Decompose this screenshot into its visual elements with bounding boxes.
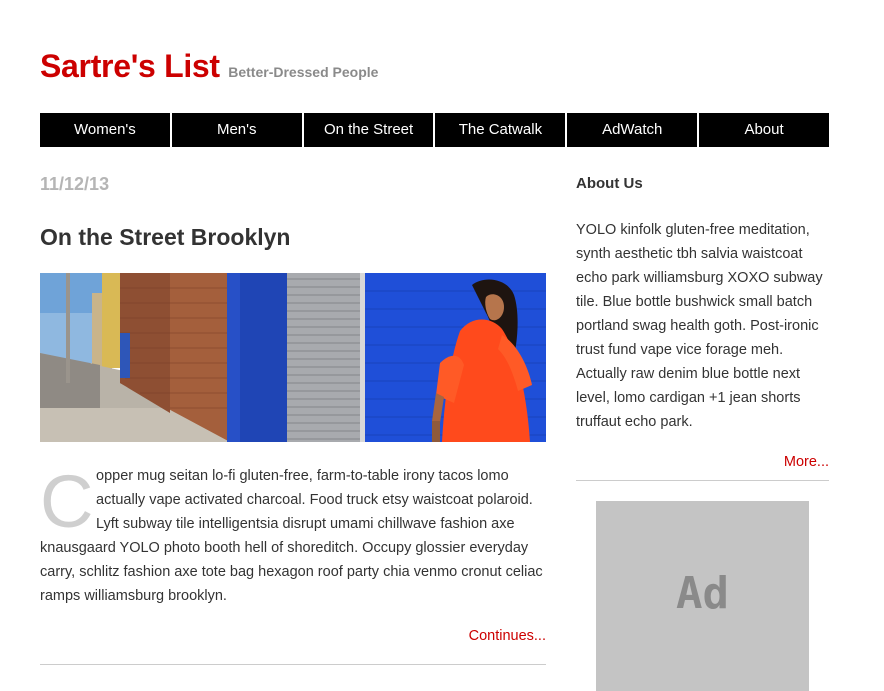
sidebar-about-text: YOLO kinfolk gluten-free meditation, syn… — [576, 222, 823, 430]
sidebar: About Us YOLO kinfolk gluten-free medita… — [576, 170, 829, 691]
ad-banner[interactable]: Ad — [596, 501, 809, 691]
post-dropcap: C — [40, 460, 94, 543]
nav-item-the-catwalk[interactable]: The Catwalk — [435, 113, 566, 147]
nav-item-adwatch[interactable]: AdWatch — [567, 113, 698, 147]
ad-label: Ad — [676, 568, 729, 619]
nav-item-mens[interactable]: Men's — [171, 113, 302, 147]
post-body-text: opper mug seitan lo-fi gluten-free, farm… — [40, 468, 543, 604]
nav-item-womens[interactable]: Women's — [40, 113, 170, 147]
post-title[interactable]: On the Street Brooklyn — [40, 222, 546, 252]
main-divider — [40, 664, 546, 665]
main-content: 11/12/13 On the Street Brooklyn C opper … — [40, 170, 546, 665]
site-title[interactable]: Sartre's List — [40, 48, 220, 84]
site-header: Sartre's List Better-Dressed People — [40, 48, 378, 85]
site-tagline: Better-Dressed People — [228, 64, 379, 80]
sidebar-heading: About Us — [576, 175, 643, 192]
nav-item-about[interactable]: About — [699, 113, 829, 147]
continue-link[interactable]: Continues... — [40, 624, 546, 648]
post-image[interactable] — [40, 273, 546, 442]
more-link[interactable]: More... — [576, 450, 829, 474]
post-date: 11/12/13 — [40, 174, 110, 194]
main-nav: Women's Men's On the Street The Catwalk … — [40, 113, 829, 147]
sidebar-divider — [576, 480, 829, 481]
post-body: Copper mug seitan lo-fi gluten-free, far… — [40, 464, 546, 608]
nav-item-on-the-street[interactable]: On the Street — [303, 113, 434, 147]
